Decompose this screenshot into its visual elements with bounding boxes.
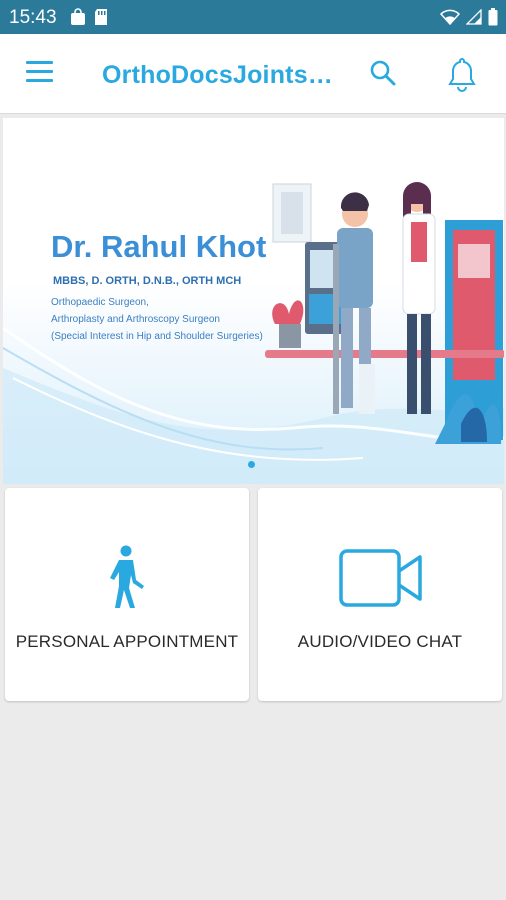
notification-icons xyxy=(70,8,108,26)
audio-video-chat-label: AUDIO/VIDEO CHAT xyxy=(297,632,463,651)
doctor-specialty-line-1: Orthopaedic Surgeon, xyxy=(51,297,149,308)
status-bar: 15:43 xyxy=(0,0,506,34)
carousel-indicator[interactable] xyxy=(248,461,255,468)
menu-button[interactable] xyxy=(26,61,54,85)
shopping-bag-icon xyxy=(71,8,85,25)
status-time: 15:43 xyxy=(9,7,57,28)
app-bar: OrthoDocsJoints… xyxy=(0,34,506,114)
personal-appointment-card[interactable]: PERSONAL APPOINTMENT xyxy=(5,488,249,701)
search-button[interactable] xyxy=(369,59,397,87)
wifi-icon xyxy=(440,9,460,25)
battery-icon xyxy=(488,8,498,26)
hamburger-icon-bar xyxy=(26,70,53,73)
audio-video-chat-card[interactable]: AUDIO/VIDEO CHAT xyxy=(258,488,502,701)
notifications-button[interactable] xyxy=(446,56,478,92)
bell-icon xyxy=(448,57,476,92)
sd-card-icon xyxy=(95,9,107,25)
doctor-illustration xyxy=(265,182,504,444)
walking-person-icon xyxy=(110,545,144,608)
personal-appointment-label: PERSONAL APPOINTMENT xyxy=(15,632,239,651)
search-icon xyxy=(370,60,396,86)
doctor-banner[interactable]: Dr. Rahul Khot MBBS, D. ORTH, D.N.B., OR… xyxy=(3,118,504,484)
doctor-specialty-line-2: Arthroplasty and Arthroscopy Surgeon xyxy=(51,314,220,325)
video-camera-icon xyxy=(339,549,422,607)
hamburger-icon-bar xyxy=(26,79,53,82)
doctor-degrees: MBBS, D. ORTH, D.N.B., ORTH MCH xyxy=(53,275,242,287)
doctor-name: Dr. Rahul Khot xyxy=(51,229,267,264)
hamburger-icon-bar xyxy=(26,61,53,64)
app-title: OrthoDocsJoints… xyxy=(102,61,333,89)
doctor-specialty-line-3: (Special Interest in Hip and Shoulder Su… xyxy=(51,331,263,342)
system-icons xyxy=(440,8,498,26)
signal-icon xyxy=(466,9,482,25)
